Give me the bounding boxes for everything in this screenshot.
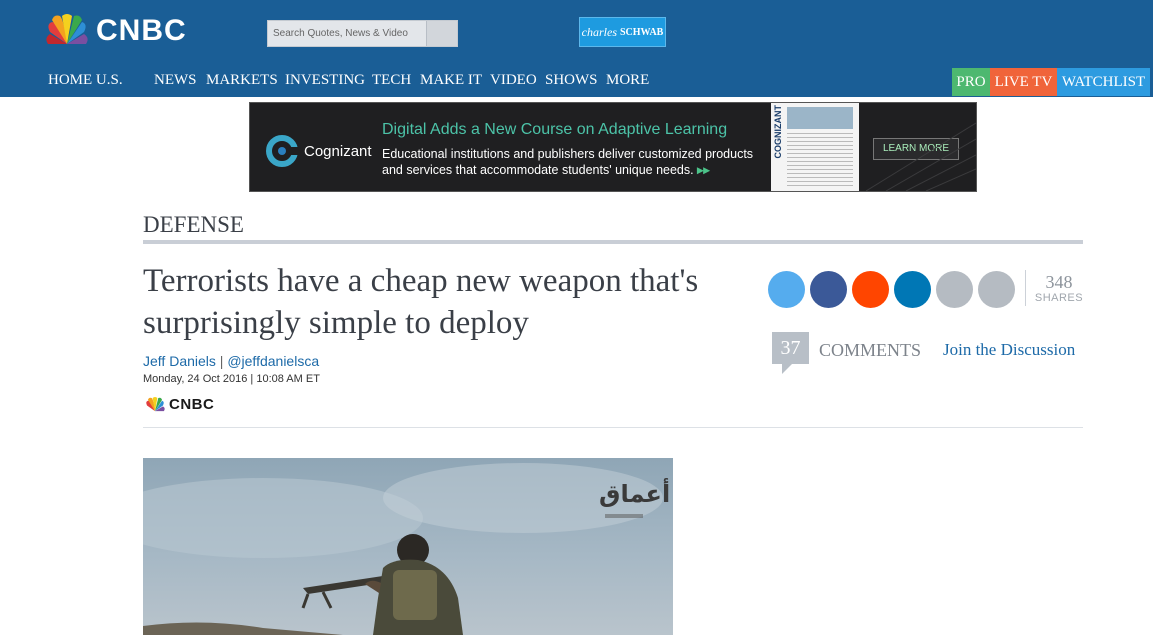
photo-watermark-sub <box>605 514 643 518</box>
sponsor-italic: charles <box>581 24 617 39</box>
photo-watermark: أعماق <box>599 480 671 508</box>
header-divider <box>143 427 1083 428</box>
cognizant-logo-icon <box>266 135 298 167</box>
search-input[interactable] <box>268 21 426 46</box>
nav-item-shows[interactable]: SHOWS <box>545 72 598 89</box>
peacock-icon <box>46 14 88 44</box>
nav-item-markets[interactable]: MARKETS <box>206 72 278 89</box>
section-label[interactable]: DEFENSE <box>143 212 244 238</box>
nav-item-make-it[interactable]: MAKE IT <box>420 72 482 89</box>
join-discussion-link[interactable]: Join the Discussion <box>943 340 1075 360</box>
facebook-share-button[interactable] <box>810 271 847 308</box>
pro-button[interactable]: PRO <box>952 68 990 96</box>
more-share-button[interactable] <box>978 271 1015 308</box>
reddit-share-button[interactable] <box>852 271 889 308</box>
byline: Jeff Daniels | @jeffdanielsca <box>143 353 319 369</box>
article-photo[interactable]: أعماق <box>143 458 673 635</box>
speech-bubble-tail <box>782 364 792 374</box>
email-share-button[interactable] <box>936 271 973 308</box>
article-date: Monday, 24 Oct 2016 | 10:08 AM ET <box>143 373 320 385</box>
nav-item-investing[interactable]: INVESTING <box>285 72 365 89</box>
live-tv-button[interactable]: LIVE TV <box>990 68 1057 96</box>
article-title: Terrorists have a cheap new weapon that'… <box>143 263 699 341</box>
sponsor-logo[interactable]: charles SCHWAB <box>579 17 666 47</box>
arrow-icon: ▸▸ <box>697 163 710 177</box>
ad-body: Educational institutions and publishers … <box>382 146 772 178</box>
source-name: CNBC <box>169 396 215 413</box>
author-handle-link[interactable]: @jeffdanielsca <box>227 353 319 369</box>
twitter-share-button[interactable] <box>768 271 805 308</box>
source-logo: CNBC <box>143 396 214 413</box>
share-count: 348 <box>1045 272 1073 292</box>
byline-separator: | <box>219 353 224 369</box>
sponsor-name: SCHWAB <box>619 26 664 38</box>
brochure-brand: COGNIZANT <box>773 105 783 159</box>
peacock-icon <box>146 396 165 411</box>
shares-divider <box>1025 270 1026 306</box>
watchlist-button[interactable]: WATCHLIST <box>1057 68 1150 96</box>
nav-item-home[interactable]: HOME U.S. <box>48 72 123 89</box>
cnbc-logo[interactable]: CNBC <box>42 14 187 48</box>
nav-item-more[interactable]: MORE <box>606 72 649 89</box>
ad-brochure-image: COGNIZANT <box>771 103 859 191</box>
author-link[interactable]: Jeff Daniels <box>143 353 216 369</box>
nav-item-news[interactable]: NEWS <box>154 72 197 89</box>
nav-item-tech[interactable]: TECH <box>372 72 411 89</box>
search-button[interactable] <box>425 21 457 46</box>
section-divider <box>143 240 1083 244</box>
ad-banner[interactable]: Cognizant Digital Adds a New Course on A… <box>249 102 977 192</box>
comments-label: COMMENTS <box>819 340 922 360</box>
shares-label: SHARES <box>1034 292 1084 304</box>
ad-brand-name: Cognizant <box>304 142 372 160</box>
search-box <box>267 20 458 47</box>
photo-illustration <box>143 463 663 635</box>
comment-count-badge[interactable]: 37 <box>772 332 809 374</box>
logo-text: CNBC <box>96 14 187 47</box>
ad-headline: Digital Adds a New Course on Adaptive Le… <box>382 121 728 138</box>
nav-item-video[interactable]: VIDEO <box>490 72 537 89</box>
ad-decor-lines <box>866 122 976 191</box>
linkedin-share-button[interactable] <box>894 271 931 308</box>
comment-count: 37 <box>780 337 801 359</box>
ad-brand: Cognizant <box>266 135 372 167</box>
